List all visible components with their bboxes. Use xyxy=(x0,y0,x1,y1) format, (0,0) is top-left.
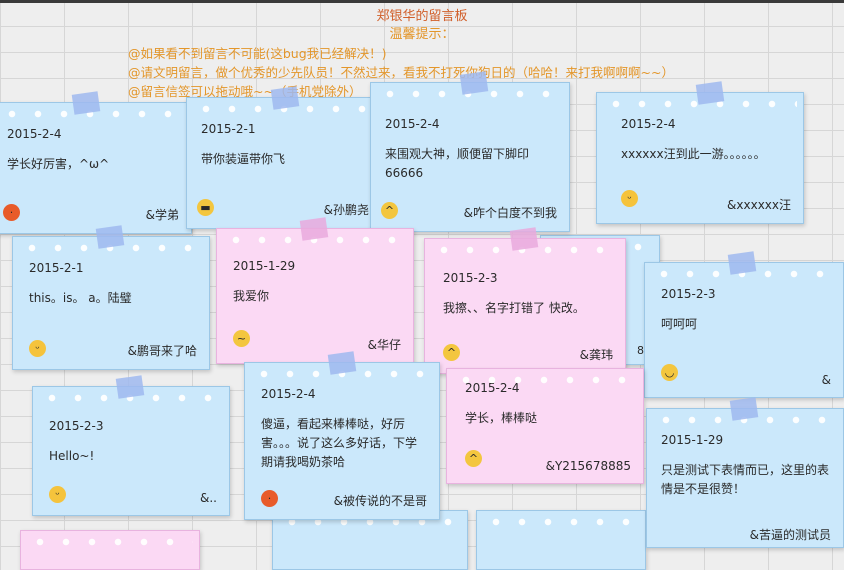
laughing-face-icon: ^ xyxy=(465,450,482,467)
note-text: 来围观大神，顺便留下脚印66666 xyxy=(385,147,530,180)
note-date: 2015-2-3 xyxy=(661,287,716,301)
angry-face-icon: · xyxy=(261,490,278,507)
tape-icon xyxy=(95,225,125,249)
message-note[interactable]: 2015-2-4 学长好厉害，^ω^ · &学弟 xyxy=(0,91,192,234)
note-text: 带你装逼带你飞 xyxy=(201,152,286,166)
shy-face-icon: ~ xyxy=(233,330,250,347)
note-author: &学弟 xyxy=(145,208,179,222)
laughing-face-icon: ^ xyxy=(381,202,398,219)
partial-note[interactable] xyxy=(476,510,646,570)
note-date: 2015-2-1 xyxy=(29,261,84,275)
note-author: & xyxy=(821,373,831,387)
message-note[interactable]: 2015-1-29 我爱你 ~ &华仔 xyxy=(216,217,414,364)
laughing-face-icon: ^ xyxy=(443,344,460,361)
note-date: 2015-1-29 xyxy=(661,433,724,447)
message-note[interactable]: 2015-2-4 学长，棒棒哒 ^ &Y215678885 xyxy=(446,368,644,484)
note-author: &咋个白度不到我 xyxy=(463,206,557,220)
sunglasses-face-icon: ▬ xyxy=(197,199,214,216)
tape-icon xyxy=(459,71,489,95)
note-date: 2015-2-4 xyxy=(385,117,440,131)
tape-icon xyxy=(71,91,101,115)
message-note[interactable]: 2015-1-29 只是测试下表情而已，这里的表情是不是很赞！ &苦逼的测试员 xyxy=(646,397,844,548)
angry-face-icon: · xyxy=(3,204,20,221)
note-author: &苦逼的测试员 xyxy=(749,528,831,542)
note-author: &鹏哥来了哈 xyxy=(127,344,197,358)
tip-2: @请文明留言，做个优秀的少先队员！不然过来，看我不打死你狗日的（哈哈！来打我啊啊… xyxy=(128,65,674,80)
message-note[interactable]: 2015-2-1 this。is。 a。陆璧 ᵕ &鹏哥来了哈 xyxy=(12,225,210,370)
note-author: &龚玮 xyxy=(579,348,613,362)
note-text: 我擦、、名字打错了 快改。 xyxy=(443,301,585,315)
page-title: 郑银华的留言板 xyxy=(376,9,468,24)
note-date: 2015-2-3 xyxy=(49,419,104,433)
note-date: 2015-2-4 xyxy=(621,117,676,131)
tape-icon xyxy=(270,86,300,110)
note-author: &孙鹏尧 xyxy=(323,203,369,217)
grin-face-icon: ◡ xyxy=(661,364,678,381)
note-author: &Y215678885 xyxy=(545,459,631,473)
note-text: Hello~! xyxy=(49,449,95,463)
tape-icon xyxy=(115,375,145,399)
tape-icon xyxy=(695,81,725,105)
tape-icon xyxy=(727,251,757,275)
note-author: &.. xyxy=(200,491,217,505)
message-note[interactable]: 2015-2-1 带你装逼带你飞 ▬ &孙鹏尧 xyxy=(186,86,382,229)
note-date: 2015-2-1 xyxy=(201,122,256,136)
note-text: 我爱你 xyxy=(233,289,270,303)
message-note[interactable]: 2015-2-4 xxxxxx汪到此一游。。。。。。 ᵕ &xxxxxx汪 xyxy=(596,81,804,224)
note-date: 2015-2-4 xyxy=(261,387,316,401)
note-text: 傻逼，看起来棒棒哒，好厉害。。。说了这么多好话，下学期请我喝奶茶哈 xyxy=(261,417,418,469)
note-author: &被传说的不是哥 xyxy=(333,494,427,508)
note-date: 2015-2-4 xyxy=(7,127,62,141)
note-date: 2015-2-3 xyxy=(443,271,498,285)
note-text: 学长，棒棒哒 xyxy=(465,411,538,425)
top-border xyxy=(0,0,844,3)
note-date: 2015-1-29 xyxy=(233,259,296,273)
smile-face-icon: ᵕ xyxy=(29,340,46,357)
smile-face-icon: ᵕ xyxy=(49,486,66,503)
tips-heading: 温馨提示： xyxy=(389,27,455,42)
tape-icon xyxy=(327,351,357,375)
note-date: 2015-2-4 xyxy=(465,381,520,395)
message-note[interactable]: 2015-2-3 我擦、、名字打错了 快改。 ^ &龚玮 xyxy=(424,227,626,374)
partial-note[interactable] xyxy=(20,530,200,570)
note-text: xxxxxx汪到此一游。。。。。。 xyxy=(621,147,766,161)
note-text: this。is。 a。陆璧 xyxy=(29,291,132,305)
note-author: &xxxxxx汪 xyxy=(727,198,791,212)
smile-face-icon: ᵕ xyxy=(621,190,638,207)
message-note[interactable]: 2015-2-4 傻逼，看起来棒棒哒，好厉害。。。说了这么多好话，下学期请我喝奶… xyxy=(244,351,440,520)
note-text: 学长好厉害，^ω^ xyxy=(7,157,110,171)
message-note[interactable]: 2015-2-3 Hello~! ᵕ &.. xyxy=(32,375,230,516)
message-note[interactable]: 2015-2-4 来围观大神，顺便留下脚印66666 ^ &咋个白度不到我 xyxy=(370,71,570,232)
tape-icon xyxy=(299,217,329,241)
note-text: 呵呵呵 xyxy=(661,317,698,331)
note-text: 只是测试下表情而已，这里的表情是不是很赞！ xyxy=(661,463,830,496)
note-author: &华仔 xyxy=(367,338,401,352)
tape-icon xyxy=(509,227,539,251)
tape-icon xyxy=(729,397,759,421)
tip-1: @如果看不到留言不可能(这bug我已经解决！) xyxy=(128,46,387,61)
message-note[interactable]: 2015-2-3 呵呵呵 ◡ & xyxy=(644,251,844,398)
